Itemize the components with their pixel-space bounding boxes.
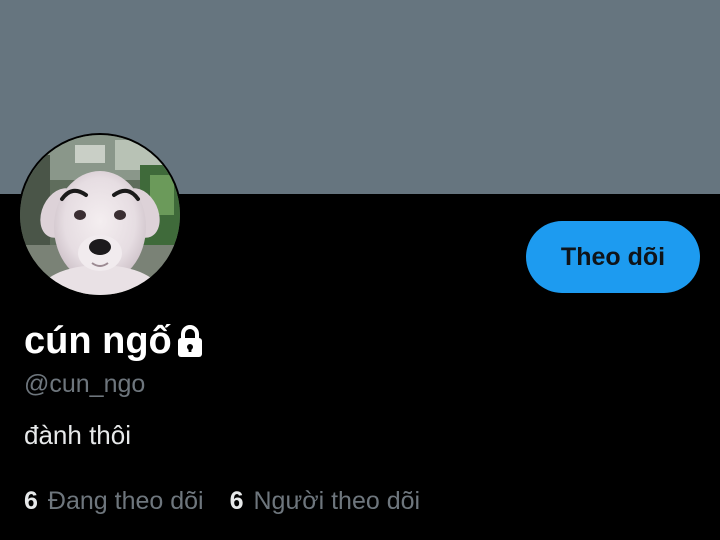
follow-button[interactable]: Theo dõi	[526, 221, 700, 293]
profile-handle: @cun_ngo	[24, 370, 146, 398]
followers-label: Người theo dõi	[253, 487, 421, 515]
following-stat-link[interactable]: 6 Đang theo dõi	[24, 484, 204, 518]
profile-stats: 6 Đang theo dõi 6 Người theo dõi	[24, 484, 420, 518]
following-count: 6	[24, 487, 38, 515]
following-label: Đang theo dõi	[47, 487, 204, 515]
display-name: cún ngố	[24, 320, 172, 362]
followers-stat-link[interactable]: 6 Người theo dõi	[230, 484, 420, 518]
avatar[interactable]	[18, 133, 182, 297]
followers-count: 6	[229, 487, 244, 515]
profile-name-row: cún ngố	[24, 318, 206, 364]
lock-icon	[174, 324, 206, 358]
profile-bio: đành thôi	[24, 420, 131, 450]
puppy-avatar-image	[20, 135, 180, 295]
